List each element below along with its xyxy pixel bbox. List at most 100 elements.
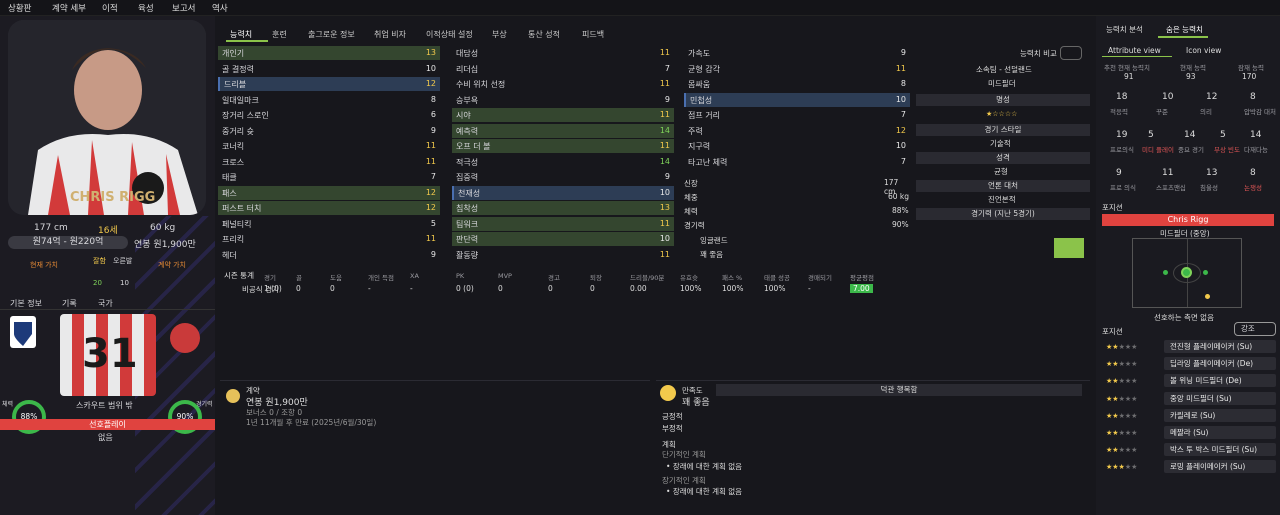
attribute-row[interactable]: 중거리 슛 9: [218, 124, 440, 138]
attribute-row[interactable]: 예측력 14: [452, 123, 674, 138]
nav-transfer[interactable]: 이적: [102, 2, 118, 14]
nav-history[interactable]: 역사: [212, 2, 228, 14]
role-item[interactable]: 메짤라 (Su): [1164, 426, 1276, 439]
tab-nation[interactable]: 국가: [98, 298, 113, 309]
role-item[interactable]: 딥라잉 플레이메이커 (De): [1164, 357, 1276, 371]
attribute-row[interactable]: 패스 12: [218, 185, 440, 200]
player-weight: 60 kg: [150, 223, 176, 233]
role-item[interactable]: 볼 위닝 미드필더 (De): [1164, 374, 1276, 388]
tab-attribute-analysis[interactable]: 능력치 분석: [1106, 24, 1143, 35]
season-value: 100%: [764, 284, 786, 293]
tab-basic-info[interactable]: 기본 정보: [10, 298, 42, 309]
attribute-row[interactable]: 침착성 13: [452, 201, 674, 215]
attribute-name: 크로스: [222, 157, 245, 167]
role-item[interactable]: 로밍 플레이메이커 (Su): [1164, 460, 1276, 474]
tab-attributes[interactable]: 능력치: [230, 29, 252, 40]
attribute-row[interactable]: 타고난 체력 7: [684, 155, 910, 169]
attribute-row[interactable]: 몸싸움 8: [684, 77, 910, 91]
attribute-row[interactable]: 드리블 12: [218, 77, 440, 91]
tab-hidden-attributes[interactable]: 숨은 능력치: [1166, 24, 1203, 35]
nav-development[interactable]: 육성: [138, 2, 154, 14]
attribute-row[interactable]: 골 결정력 10: [218, 62, 440, 76]
season-value: 0: [296, 284, 301, 293]
attribute-row[interactable]: 퍼스트 터치 12: [218, 201, 440, 215]
attribute-row[interactable]: 시야 11: [452, 108, 674, 122]
tab-records[interactable]: 기록: [62, 298, 77, 309]
attribute-row[interactable]: 균형 감각 11: [684, 62, 910, 76]
attribute-row[interactable]: 가속도 9: [684, 46, 910, 60]
tab-injury[interactable]: 부상: [492, 29, 507, 40]
attribute-name: 태클: [222, 173, 237, 182]
nav-dashboard[interactable]: 상황판: [8, 2, 31, 14]
attribute-row[interactable]: 판단력 10: [452, 232, 674, 246]
attribute-row[interactable]: 팀워크 11: [452, 216, 674, 231]
tab-training[interactable]: 훈련: [272, 29, 287, 40]
emphasis-dropdown[interactable]: 강조: [1234, 322, 1276, 336]
attribute-row[interactable]: 수비 위치 선정 11: [452, 77, 674, 91]
attribute-value: 10: [659, 234, 670, 243]
nav-contract[interactable]: 계약 세부: [52, 2, 86, 14]
attribute-row[interactable]: 개인기 13: [218, 46, 440, 60]
attribute-row[interactable]: 민첩성 10: [684, 92, 910, 107]
season-title[interactable]: 시즌 통계: [224, 270, 254, 281]
attribute-name: 민첩성: [690, 95, 713, 105]
compare-panel: 능력치 비교 소속팀 - 선덜랜드 미드필더 명성 ★☆☆☆☆ 경기 스타일 기…: [916, 46, 1092, 262]
attribute-row[interactable]: 승부욕 9: [452, 93, 674, 107]
attribute-row[interactable]: 천재성 10: [452, 185, 674, 200]
form-box: [1054, 238, 1084, 258]
attribute-row[interactable]: 리더십 7: [452, 62, 674, 76]
hidden-attr-label: 프로의식: [1110, 146, 1134, 154]
attribute-row[interactable]: 태클 7: [218, 170, 440, 184]
role-item[interactable]: 전진형 플레이메이커 (Su): [1164, 340, 1276, 353]
hidden-attr-label: 압박감 대처: [1244, 108, 1276, 116]
role-item[interactable]: 박스 투 박스 미드필더 (Su): [1164, 443, 1276, 457]
hidden-attr-value: 10: [1162, 92, 1174, 102]
attribute-row[interactable]: 집중력 9: [452, 170, 674, 184]
attribute-row[interactable]: 프리킥 11: [218, 232, 440, 246]
attribute-value: 7: [900, 110, 906, 119]
player-shirt-name: CHRIS RIGG: [70, 190, 156, 205]
england-crest-icon: [10, 316, 36, 348]
subtab-icon-view[interactable]: Icon view: [1186, 46, 1221, 55]
role-item[interactable]: 중앙 미드필더 (Su): [1164, 391, 1276, 405]
position-section-title: 포지션: [1102, 203, 1123, 212]
attribute-row[interactable]: 크로스 11: [218, 155, 440, 169]
attribute-row[interactable]: 페널티킥 5: [218, 217, 440, 231]
attribute-name: 지구력: [688, 142, 711, 151]
attribute-row[interactable]: 코너킥 11: [218, 139, 440, 153]
player-age: 16세: [98, 226, 118, 236]
attribute-row[interactable]: 대담성 11: [452, 46, 674, 60]
season-value: 0: [498, 284, 503, 293]
hidden-attr-value: 8: [1250, 168, 1256, 178]
attribute-row[interactable]: 활동량 11: [452, 248, 674, 262]
attribute-value: 11: [425, 156, 436, 166]
tab-homegrown[interactable]: 출그로운 정보: [308, 29, 355, 40]
attribute-row[interactable]: 장거리 스로인 6: [218, 108, 440, 122]
nav-report[interactable]: 보고서: [172, 2, 195, 14]
tab-feedback[interactable]: 피드백: [582, 29, 604, 40]
physical-attributes: 가속도 9 균형 감각 11 몸싸움 8 민첩성 10 점프 거리 7 주력 12 지구력 10 타고난 체…: [684, 46, 910, 169]
role-item[interactable]: 카릴레로 (Su): [1164, 408, 1276, 422]
attribute-row[interactable]: 오프 더 볼 11: [452, 139, 674, 153]
contract-expiry: 1년 11개월 후 만료 (2025년/6월/30일): [246, 418, 377, 427]
tab-transfer-status[interactable]: 이적상태 설정: [426, 29, 473, 40]
compare-dropdown-button[interactable]: [1060, 46, 1082, 60]
subtab-attribute-view[interactable]: Attribute view: [1108, 46, 1161, 55]
long-plan-item: • 장래에 대한 계획 없음: [666, 487, 743, 496]
tab-visa[interactable]: 취업 비자: [374, 29, 406, 40]
attribute-value: 13: [425, 48, 436, 57]
attribute-row[interactable]: 일대일마크 8: [218, 93, 440, 107]
season-value: 7.00: [850, 284, 873, 293]
attribute-row[interactable]: 헤더 9: [218, 248, 440, 262]
happiness-negative: 부정적: [662, 424, 683, 433]
fitness-info-value: 88%: [892, 206, 909, 215]
attribute-row[interactable]: 지구력 10: [684, 139, 910, 153]
pitch-map: [1132, 238, 1242, 308]
season-header: 패스 %: [722, 274, 743, 282]
season-header: 경고: [548, 274, 560, 282]
tab-career[interactable]: 통산 성적: [528, 29, 560, 40]
attribute-row[interactable]: 적극성 14: [452, 155, 674, 169]
season-value: 0 (0): [456, 284, 474, 293]
attribute-row[interactable]: 점프 거리 7: [684, 108, 910, 122]
attribute-row[interactable]: 주력 12: [684, 124, 910, 138]
